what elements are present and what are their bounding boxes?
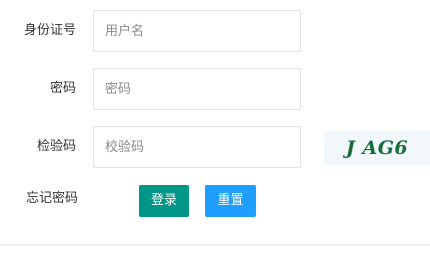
captcha-input[interactable] [93, 126, 301, 168]
password-input[interactable] [93, 68, 301, 110]
login-form: 身份证号 密码 检验码 J AG6 忘记密码 登录 重置 [0, 0, 430, 254]
reset-button[interactable]: 重置 [205, 185, 256, 217]
captcha-graphic: J AG6 [343, 137, 408, 159]
captcha-text: J AG6 [343, 137, 408, 159]
forgot-password-link[interactable]: 忘记密码 [26, 190, 78, 208]
divider [0, 244, 430, 246]
id-number-input[interactable] [93, 10, 301, 52]
id-number-label: 身份证号 [23, 23, 76, 38]
login-button[interactable]: 登录 [139, 185, 189, 217]
password-label: 密码 [49, 81, 76, 96]
captcha-image[interactable]: J AG6 [324, 131, 430, 165]
captcha-label: 检验码 [36, 139, 76, 154]
